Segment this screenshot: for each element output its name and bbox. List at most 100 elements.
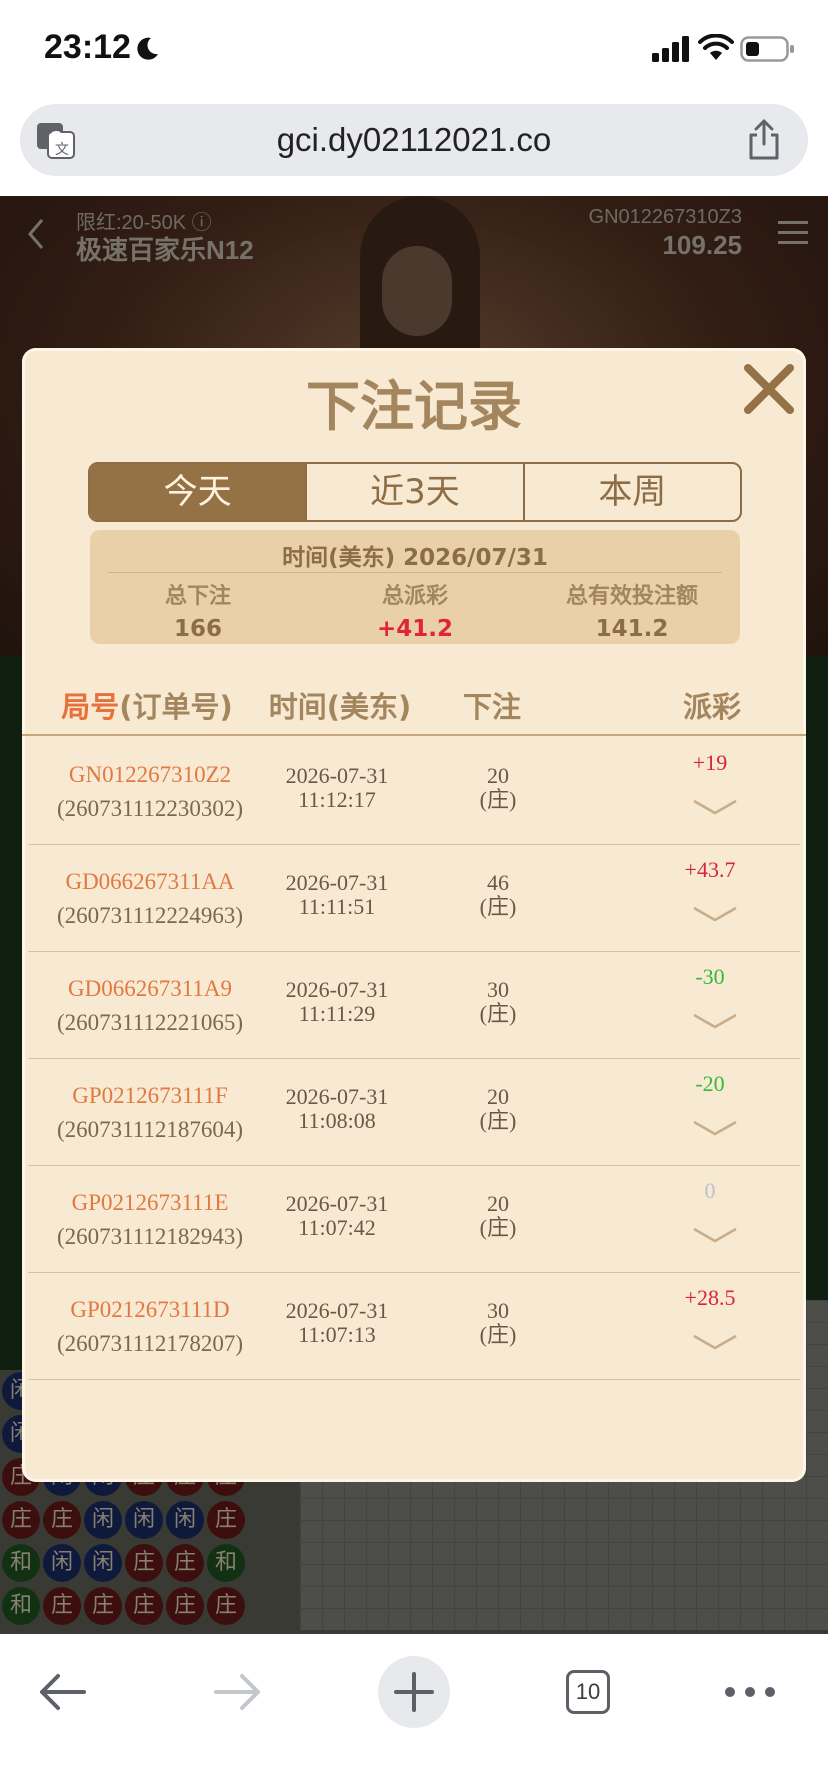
order-cell: GN012267310Z2 (260731112230302) xyxy=(28,758,272,826)
order-cell: GP0212673111E (260731112182943) xyxy=(28,1186,272,1254)
record-time: 11:07:42 xyxy=(298,1215,376,1240)
bet-cell: 46 (庄) xyxy=(468,871,528,919)
record-list: GN012267310Z2 (260731112230302) 2026-07-3… xyxy=(22,738,806,1380)
share-icon[interactable] xyxy=(746,118,782,162)
chevron-down-icon[interactable] xyxy=(692,798,738,816)
plus-icon xyxy=(394,1672,434,1712)
round-number: GP0212673111D xyxy=(70,1297,230,1322)
battery-icon xyxy=(740,36,794,62)
stat-value: 141.2 xyxy=(595,616,669,642)
tab-count: 10 xyxy=(566,1670,610,1714)
column-header-order-accent: 局号 xyxy=(61,690,120,724)
bet-amount: 20 xyxy=(487,1191,509,1216)
chevron-down-icon[interactable] xyxy=(692,1012,738,1030)
tabs-button[interactable]: 10 xyxy=(552,1656,624,1728)
bet-cell: 20 (庄) xyxy=(468,1192,528,1240)
chevron-down-icon[interactable] xyxy=(692,1119,738,1137)
back-arrow-icon[interactable] xyxy=(26,1656,98,1728)
stat-label: 总派彩 xyxy=(381,584,448,609)
table-row[interactable]: GP0212673111E (260731112182943) 2026-07-3… xyxy=(28,1166,800,1273)
close-icon[interactable] xyxy=(740,360,798,418)
bet-amount: 20 xyxy=(487,1084,509,1109)
table-row[interactable]: GP0212673111F (260731112187604) 2026-07-3… xyxy=(28,1059,800,1166)
record-date: 2026-07-31 xyxy=(285,1191,389,1216)
table-row[interactable]: GD066267311AA (260731112224963) 2026-07-3… xyxy=(28,845,800,952)
stat-valid-bet: 总有效投注额 141.2 xyxy=(524,578,740,642)
round-number: GP0212673111F xyxy=(72,1083,228,1108)
more-dots-icon[interactable] xyxy=(714,1656,786,1728)
time-cell: 2026-07-31 11:08:08 xyxy=(272,1085,402,1133)
time-cell: 2026-07-31 11:11:29 xyxy=(272,978,402,1026)
column-header-bet: 下注 xyxy=(462,690,521,724)
payout-value: +19 xyxy=(692,750,728,775)
summary-date: 时间(美东) 2026/07/31 xyxy=(282,545,548,571)
order-number: (260731112182943) xyxy=(56,1224,244,1249)
record-date: 2026-07-31 xyxy=(285,1084,389,1109)
payout-value: +28.5 xyxy=(684,1285,736,1310)
bet-side: (庄) xyxy=(479,787,517,812)
bet-amount: 20 xyxy=(487,763,509,788)
stat-total-payout: 总派彩 +41.2 xyxy=(307,578,523,642)
time-cell: 2026-07-31 11:11:51 xyxy=(272,871,402,919)
order-number: (260731112221065) xyxy=(56,1010,244,1035)
round-number: GD066267311AA xyxy=(65,869,235,894)
order-number: (260731112187604) xyxy=(56,1117,244,1142)
record-time: 11:08:08 xyxy=(298,1108,376,1133)
stat-label: 总有效投注额 xyxy=(565,584,698,609)
time-cell: 2026-07-31 11:12:17 xyxy=(272,764,402,812)
order-number: (260731112230302) xyxy=(56,796,244,821)
status-time: 23:12 xyxy=(44,28,131,66)
modal-title: 下注记录 xyxy=(306,375,522,438)
tab-this-week[interactable]: 本周 xyxy=(522,464,740,520)
url-bar[interactable]: G 文 gci.dy02112021.co xyxy=(20,104,808,176)
order-number: (260731112178207) xyxy=(56,1331,244,1356)
browser-toolbar: 10 xyxy=(0,1634,828,1792)
summary-panel: 时间(美东) 2026/07/31 总下注 166 总派彩 +41.2 总有效投… xyxy=(90,530,740,644)
time-cell: 2026-07-31 11:07:13 xyxy=(272,1299,402,1347)
tab-today[interactable]: 今天 xyxy=(90,464,306,520)
order-number: (260731112224963) xyxy=(56,903,244,928)
table-row[interactable]: GP0212673111D (260731112178207) 2026-07-3… xyxy=(28,1273,800,1380)
bet-record-modal: 下注记录 今天 近3天 本周 时间(美东) 2026/07/31 总下注 166… xyxy=(22,348,806,1482)
stat-label: 总下注 xyxy=(164,584,231,609)
order-cell: GP0212673111D (260731112178207) xyxy=(28,1293,272,1361)
order-cell: GD066267311AA (260731112224963) xyxy=(28,865,272,933)
order-cell: GP0212673111F (260731112187604) xyxy=(28,1079,272,1147)
bet-cell: 20 (庄) xyxy=(468,1085,528,1133)
column-header-order-rest: (订单号) xyxy=(119,690,233,724)
table-row[interactable]: GD066267311A9 (260731112221065) 2026-07-3… xyxy=(28,952,800,1059)
record-date: 2026-07-31 xyxy=(285,1298,389,1323)
chevron-down-icon[interactable] xyxy=(692,1333,738,1351)
round-number: GP0212673111E xyxy=(71,1190,229,1215)
payout-value: +43.7 xyxy=(684,857,736,882)
summary-divider xyxy=(108,572,722,573)
bet-side: (庄) xyxy=(479,1108,517,1133)
bet-amount: 46 xyxy=(487,870,509,895)
bet-amount: 30 xyxy=(487,1298,509,1323)
status-bar: 23:12 xyxy=(0,0,828,100)
payout-value: -20 xyxy=(695,1071,725,1096)
url-text[interactable]: gci.dy02112021.co xyxy=(20,121,808,159)
record-date: 2026-07-31 xyxy=(285,763,389,788)
stat-value: +41.2 xyxy=(376,616,454,642)
stat-total-bet: 总下注 166 xyxy=(90,578,306,642)
column-header-payout: 派彩 xyxy=(682,690,741,724)
forward-arrow-icon[interactable] xyxy=(202,1656,274,1728)
chevron-down-icon[interactable] xyxy=(692,905,738,923)
record-date: 2026-07-31 xyxy=(285,977,389,1002)
new-tab-button[interactable] xyxy=(378,1656,450,1728)
table-row[interactable]: GN012267310Z2 (260731112230302) 2026-07-3… xyxy=(28,738,800,845)
record-time: 11:11:29 xyxy=(298,1001,376,1026)
bet-side: (庄) xyxy=(479,1001,517,1026)
round-number: GD066267311A9 xyxy=(68,976,232,1001)
moon-icon xyxy=(137,37,158,60)
column-header-order: 局号(订单号) xyxy=(36,684,258,726)
chevron-down-icon[interactable] xyxy=(692,1226,738,1244)
column-header-time: 时间(美东) xyxy=(268,690,412,724)
round-number: GN012267310Z2 xyxy=(68,762,232,787)
cellular-signal-icon xyxy=(652,36,689,62)
tab-last-3-days[interactable]: 近3天 xyxy=(305,464,522,520)
bet-side: (庄) xyxy=(479,1215,517,1240)
record-time: 11:12:17 xyxy=(298,787,376,812)
record-time: 11:11:51 xyxy=(298,894,376,919)
